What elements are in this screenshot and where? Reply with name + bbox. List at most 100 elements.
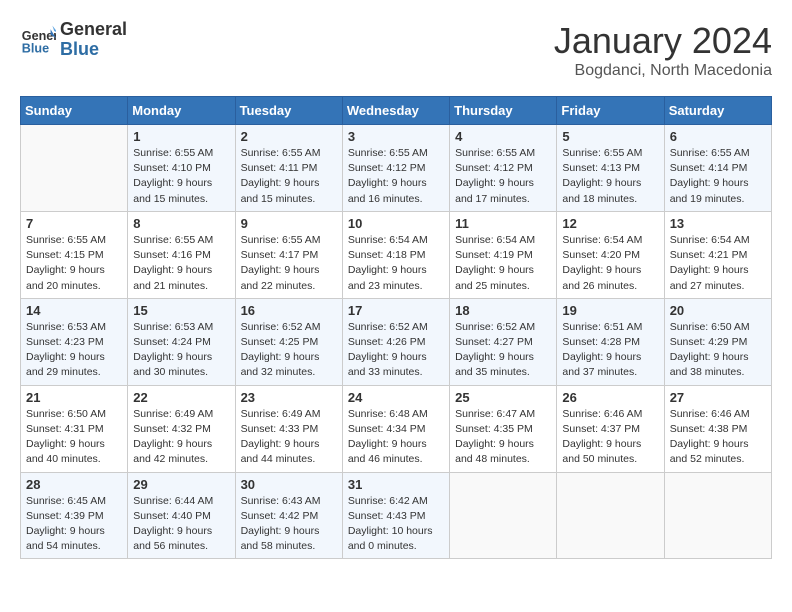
day-info: Sunrise: 6:55 AMSunset: 4:17 PMDaylight:…: [241, 233, 337, 294]
calendar-cell: 25 Sunrise: 6:47 AMSunset: 4:35 PMDayligh…: [450, 385, 557, 472]
calendar-cell: 15Sunrise: 6:53 AMSunset: 4:24 PMDayligh…: [128, 298, 235, 385]
day-number: 18: [455, 303, 551, 318]
weekday-header: Saturday: [664, 97, 771, 125]
day-number: 28: [26, 477, 122, 492]
day-info: Sunrise: 6:55 AMSunset: 4:12 PMDaylight:…: [348, 146, 444, 207]
day-number: 26: [562, 390, 658, 405]
day-info: Sunrise: 6:42 AMSunset: 4:43 PMDaylight:…: [348, 494, 444, 555]
day-number: 31: [348, 477, 444, 492]
calendar-cell: 26 Sunrise: 6:46 AMSunset: 4:37 PMDayligh…: [557, 385, 664, 472]
calendar-cell: 30 Sunrise: 6:43 AMSunset: 4:42 PMDayligh…: [235, 472, 342, 559]
day-number: 21: [26, 390, 122, 405]
day-info: Sunrise: 6:53 AMSunset: 4:24 PMDaylight:…: [133, 320, 229, 381]
day-number: 9: [241, 216, 337, 231]
calendar-subtitle: Bogdanci, North Macedonia: [554, 62, 772, 80]
title-area: January 2024 Bogdanci, North Macedonia: [554, 20, 772, 80]
weekday-header: Monday: [128, 97, 235, 125]
calendar-title: January 2024: [554, 20, 772, 62]
day-info: Sunrise: 6:51 AMSunset: 4:28 PMDaylight:…: [562, 320, 658, 381]
day-info: Sunrise: 6:52 AMSunset: 4:27 PMDaylight:…: [455, 320, 551, 381]
day-number: 14: [26, 303, 122, 318]
calendar-cell: 8 Sunrise: 6:55 AMSunset: 4:16 PMDaylight…: [128, 211, 235, 298]
day-number: 13: [670, 216, 766, 231]
day-info: Sunrise: 6:55 AMSunset: 4:16 PMDaylight:…: [133, 233, 229, 294]
weekday-header: Sunday: [21, 97, 128, 125]
day-number: 19: [562, 303, 658, 318]
weekday-header: Tuesday: [235, 97, 342, 125]
calendar-cell: 13 Sunrise: 6:54 AMSunset: 4:21 PMDayligh…: [664, 211, 771, 298]
logo-icon: General Blue: [20, 22, 56, 58]
logo-blue-text: Blue: [60, 40, 127, 60]
calendar-cell: 17 Sunrise: 6:52 AMSunset: 4:26 PMDayligh…: [342, 298, 449, 385]
calendar-cell: 21 Sunrise: 6:50 AMSunset: 4:31 PMDayligh…: [21, 385, 128, 472]
calendar-cell: 2Sunrise: 6:55 AMSunset: 4:11 PMDaylight…: [235, 125, 342, 212]
calendar-cell: [450, 472, 557, 559]
day-info: Sunrise: 6:55 AMSunset: 4:13 PMDaylight:…: [562, 146, 658, 207]
day-info: Sunrise: 6:55 AMSunset: 4:12 PMDaylight:…: [455, 146, 551, 207]
day-info: Sunrise: 6:54 AMSunset: 4:21 PMDaylight:…: [670, 233, 766, 294]
day-number: 25: [455, 390, 551, 405]
weekday-header: Friday: [557, 97, 664, 125]
calendar-cell: 5 Sunrise: 6:55 AMSunset: 4:13 PMDaylight…: [557, 125, 664, 212]
calendar-week-row: 14 Sunrise: 6:53 AMSunset: 4:23 PMDayligh…: [21, 298, 772, 385]
calendar-cell: 20 Sunrise: 6:50 AMSunset: 4:29 PMDayligh…: [664, 298, 771, 385]
calendar-cell: 14 Sunrise: 6:53 AMSunset: 4:23 PMDayligh…: [21, 298, 128, 385]
svg-text:Blue: Blue: [22, 41, 49, 55]
day-info: Sunrise: 6:50 AMSunset: 4:29 PMDaylight:…: [670, 320, 766, 381]
calendar-cell: 22 Sunrise: 6:49 AMSunset: 4:32 PMDayligh…: [128, 385, 235, 472]
day-number: 8: [133, 216, 229, 231]
logo-text: General Blue: [60, 20, 127, 60]
day-number: 16: [241, 303, 337, 318]
day-info: Sunrise: 6:54 AMSunset: 4:20 PMDaylight:…: [562, 233, 658, 294]
day-number: 10: [348, 216, 444, 231]
day-number: 29: [133, 477, 229, 492]
calendar-cell: 3Sunrise: 6:55 AMSunset: 4:12 PMDaylight…: [342, 125, 449, 212]
day-info: Sunrise: 6:52 AMSunset: 4:25 PMDaylight:…: [241, 320, 337, 381]
calendar-cell: [557, 472, 664, 559]
calendar-cell: [21, 125, 128, 212]
calendar-cell: 9 Sunrise: 6:55 AMSunset: 4:17 PMDaylight…: [235, 211, 342, 298]
calendar-week-row: 7Sunrise: 6:55 AMSunset: 4:15 PMDaylight…: [21, 211, 772, 298]
day-number: 1: [133, 129, 229, 144]
page-header: General Blue General Blue January 2024 B…: [20, 20, 772, 80]
calendar-cell: 27Sunrise: 6:46 AMSunset: 4:38 PMDayligh…: [664, 385, 771, 472]
calendar-header: SundayMondayTuesdayWednesdayThursdayFrid…: [21, 97, 772, 125]
day-number: 30: [241, 477, 337, 492]
day-info: Sunrise: 6:55 AMSunset: 4:11 PMDaylight:…: [241, 146, 337, 207]
calendar-week-row: 1Sunrise: 6:55 AMSunset: 4:10 PMDaylight…: [21, 125, 772, 212]
day-info: Sunrise: 6:52 AMSunset: 4:26 PMDaylight:…: [348, 320, 444, 381]
calendar-cell: 31 Sunrise: 6:42 AMSunset: 4:43 PMDayligh…: [342, 472, 449, 559]
day-number: 23: [241, 390, 337, 405]
calendar-cell: 11Sunrise: 6:54 AMSunset: 4:19 PMDayligh…: [450, 211, 557, 298]
weekday-header: Thursday: [450, 97, 557, 125]
day-info: Sunrise: 6:45 AMSunset: 4:39 PMDaylight:…: [26, 494, 122, 555]
day-info: Sunrise: 6:46 AMSunset: 4:37 PMDaylight:…: [562, 407, 658, 468]
day-info: Sunrise: 6:54 AMSunset: 4:18 PMDaylight:…: [348, 233, 444, 294]
calendar-cell: 12Sunrise: 6:54 AMSunset: 4:20 PMDayligh…: [557, 211, 664, 298]
calendar-week-row: 28 Sunrise: 6:45 AMSunset: 4:39 PMDayligh…: [21, 472, 772, 559]
day-info: Sunrise: 6:49 AMSunset: 4:33 PMDaylight:…: [241, 407, 337, 468]
calendar-cell: 23 Sunrise: 6:49 AMSunset: 4:33 PMDayligh…: [235, 385, 342, 472]
day-number: 22: [133, 390, 229, 405]
calendar-cell: 1Sunrise: 6:55 AMSunset: 4:10 PMDaylight…: [128, 125, 235, 212]
day-info: Sunrise: 6:47 AMSunset: 4:35 PMDaylight:…: [455, 407, 551, 468]
calendar-body: 1Sunrise: 6:55 AMSunset: 4:10 PMDaylight…: [21, 125, 772, 559]
calendar-cell: 4Sunrise: 6:55 AMSunset: 4:12 PMDaylight…: [450, 125, 557, 212]
day-info: Sunrise: 6:55 AMSunset: 4:14 PMDaylight:…: [670, 146, 766, 207]
calendar-cell: 28 Sunrise: 6:45 AMSunset: 4:39 PMDayligh…: [21, 472, 128, 559]
calendar-cell: 24Sunrise: 6:48 AMSunset: 4:34 PMDayligh…: [342, 385, 449, 472]
day-info: Sunrise: 6:53 AMSunset: 4:23 PMDaylight:…: [26, 320, 122, 381]
day-number: 20: [670, 303, 766, 318]
day-info: Sunrise: 6:43 AMSunset: 4:42 PMDaylight:…: [241, 494, 337, 555]
calendar-table: SundayMondayTuesdayWednesdayThursdayFrid…: [20, 96, 772, 559]
day-info: Sunrise: 6:49 AMSunset: 4:32 PMDaylight:…: [133, 407, 229, 468]
day-number: 17: [348, 303, 444, 318]
calendar-cell: 7Sunrise: 6:55 AMSunset: 4:15 PMDaylight…: [21, 211, 128, 298]
day-info: Sunrise: 6:50 AMSunset: 4:31 PMDaylight:…: [26, 407, 122, 468]
day-number: 5: [562, 129, 658, 144]
logo-general-text: General: [60, 20, 127, 40]
calendar-cell: 16 Sunrise: 6:52 AMSunset: 4:25 PMDayligh…: [235, 298, 342, 385]
day-number: 11: [455, 216, 551, 231]
calendar-cell: 29Sunrise: 6:44 AMSunset: 4:40 PMDayligh…: [128, 472, 235, 559]
calendar-cell: 18 Sunrise: 6:52 AMSunset: 4:27 PMDayligh…: [450, 298, 557, 385]
